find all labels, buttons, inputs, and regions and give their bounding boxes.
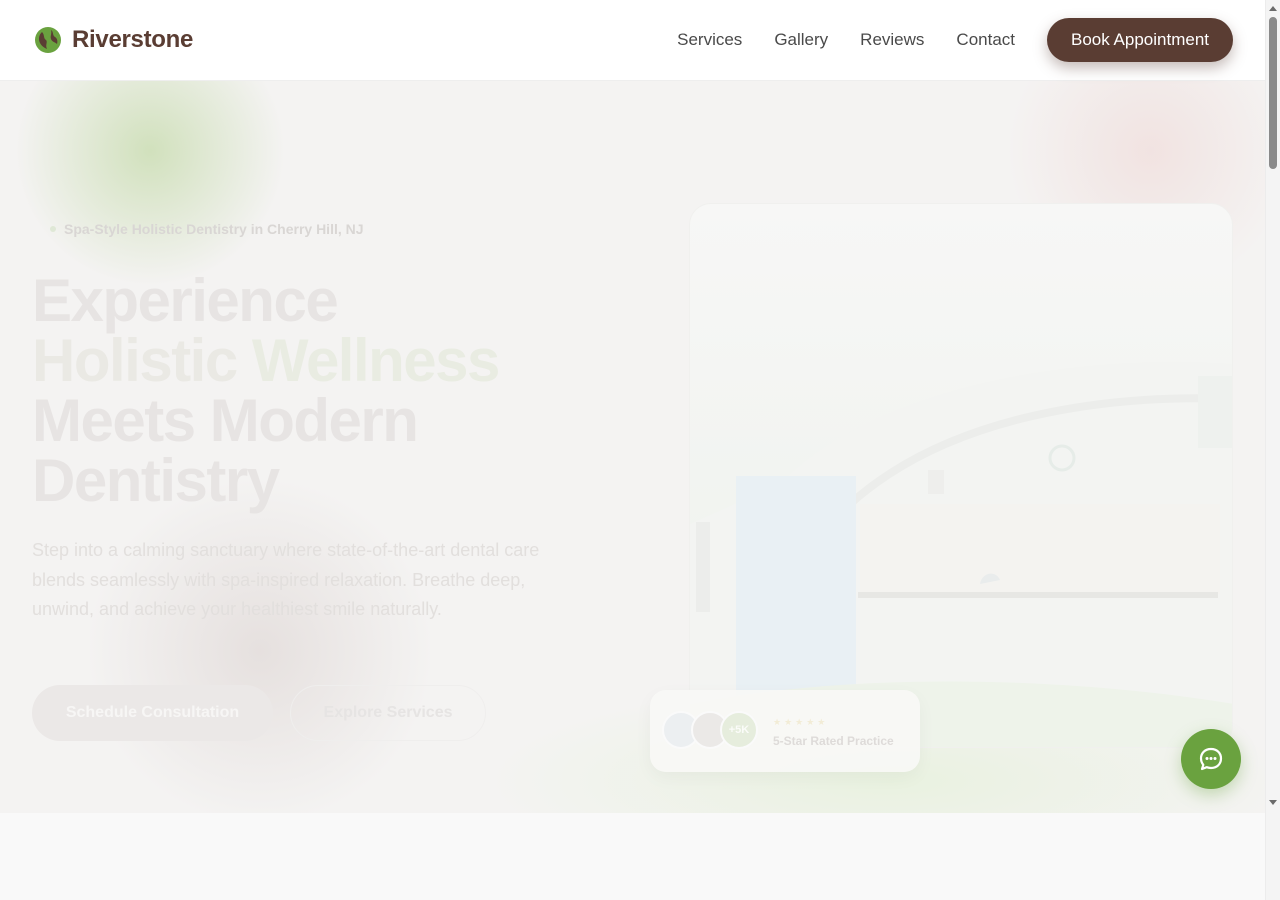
nav-link-contact[interactable]: Contact bbox=[956, 30, 1015, 50]
chat-bubble-icon bbox=[1199, 747, 1223, 771]
headline-line-3: Meets Modern bbox=[32, 387, 419, 454]
hero-section: Spa-Style Holistic Dentistry in Cherry H… bbox=[0, 81, 1265, 813]
dental-office-photo bbox=[689, 203, 1233, 748]
brand-name: Riverstone bbox=[72, 26, 194, 53]
patient-count-badge: +5K bbox=[720, 711, 758, 749]
nav-link-gallery[interactable]: Gallery bbox=[774, 30, 828, 50]
rating-card: +5K ★★★★★ 5-Star Rated Practice bbox=[650, 690, 920, 772]
scroll-up-icon[interactable] bbox=[1269, 6, 1277, 11]
book-appointment-button[interactable]: Book Appointment bbox=[1047, 18, 1233, 62]
explore-services-button[interactable]: Explore Services bbox=[290, 685, 486, 741]
scroll-thumb[interactable] bbox=[1269, 17, 1277, 169]
hero-eyebrow: Spa-Style Holistic Dentistry in Cherry H… bbox=[50, 221, 364, 237]
scroll-down-icon[interactable] bbox=[1269, 800, 1277, 805]
headline-line-2b: Wellness bbox=[251, 327, 501, 394]
rating-label: 5-Star Rated Practice bbox=[773, 734, 894, 748]
hero-headline: Experience Holistic Wellness Meets Moder… bbox=[32, 271, 501, 514]
leaf-globe-icon bbox=[35, 27, 61, 53]
eyebrow-text: Spa-Style Holistic Dentistry in Cherry H… bbox=[64, 221, 364, 237]
office-illustration bbox=[690, 361, 1232, 747]
decorative-blob bbox=[80, 471, 440, 813]
site-header: Riverstone Services Gallery Reviews Cont… bbox=[0, 0, 1265, 81]
headline-line-1: Experience bbox=[32, 267, 339, 334]
schedule-consultation-button[interactable]: Schedule Consultation bbox=[32, 685, 273, 741]
star-rating-icon: ★★★★★ bbox=[773, 717, 829, 727]
nav-link-reviews[interactable]: Reviews bbox=[860, 30, 924, 50]
brand[interactable]: Riverstone bbox=[34, 26, 193, 54]
headline-line-2a: Holistic bbox=[32, 327, 252, 394]
page-scrollbar[interactable] bbox=[1265, 0, 1280, 900]
dot-icon bbox=[50, 226, 56, 232]
decorative-blob bbox=[10, 81, 290, 291]
chat-button[interactable] bbox=[1181, 729, 1241, 789]
main-nav: Services Gallery Reviews Contact Book Ap… bbox=[677, 18, 1233, 62]
hero-lead: Step into a calming sanctuary where stat… bbox=[32, 540, 540, 619]
headline-line-4: Dentistry bbox=[32, 447, 280, 514]
nav-link-services[interactable]: Services bbox=[677, 30, 742, 50]
